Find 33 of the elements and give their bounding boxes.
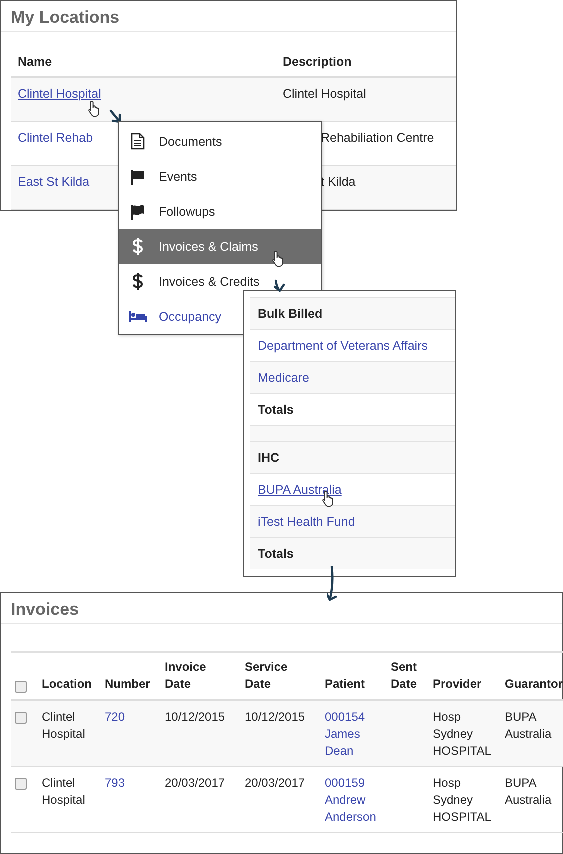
panel-title: My Locations <box>1 1 456 32</box>
table-cell: BUPA Australia <box>501 766 563 832</box>
totals-label: Totals <box>258 546 294 560</box>
menu-item[interactable]: Events <box>119 159 321 194</box>
guarantor-link[interactable]: BUPA Australia <box>258 482 342 496</box>
table-cell: 10/12/2015 <box>241 700 321 766</box>
location-link[interactable]: East St Kilda <box>18 175 90 189</box>
location-link[interactable]: Clintel Rehab <box>18 131 94 145</box>
menu-item[interactable]: Invoices & Claims <box>119 229 321 264</box>
table-cell: 20/03/2017 <box>161 766 241 832</box>
table-cell: Clintel Hospital <box>38 766 101 832</box>
guarantor-link[interactable]: Medicare <box>258 370 310 384</box>
table-cell: Hosp Sydney HOSPITAL <box>429 700 501 766</box>
invoice-link[interactable]: 793 <box>101 766 161 832</box>
table-cell: Hosp Sydney HOSPITAL <box>429 766 501 832</box>
table-cell: 20/03/2017 <box>241 766 321 832</box>
location-link[interactable]: Clintel Hospital <box>18 87 102 101</box>
patient-link[interactable]: 000159 Andrew Anderson <box>321 766 387 832</box>
description-text: Rehabiliation Centre <box>321 131 434 145</box>
menu-item[interactable]: Invoices & Credits <box>119 264 321 299</box>
group-heading: Bulk Billed <box>258 306 323 320</box>
description-text: Clintel Hospital <box>283 87 366 101</box>
menu-item[interactable]: Documents <box>119 124 321 159</box>
menu-item[interactable]: Followups <box>119 194 321 229</box>
totals-label: Totals <box>258 402 294 416</box>
guarantor-link[interactable]: Department of Veterans Affairs <box>258 338 428 352</box>
panel-title: Invoices <box>1 593 562 624</box>
table-cell: BUPA Australia <box>501 700 563 766</box>
invoice-link[interactable]: 720 <box>101 700 161 766</box>
table-cell: 10/12/2015 <box>161 700 241 766</box>
patient-link[interactable]: 000154 James Dean <box>321 700 387 766</box>
group-heading: IHC <box>258 450 280 464</box>
table-cell: Clintel Hospital <box>38 700 101 766</box>
